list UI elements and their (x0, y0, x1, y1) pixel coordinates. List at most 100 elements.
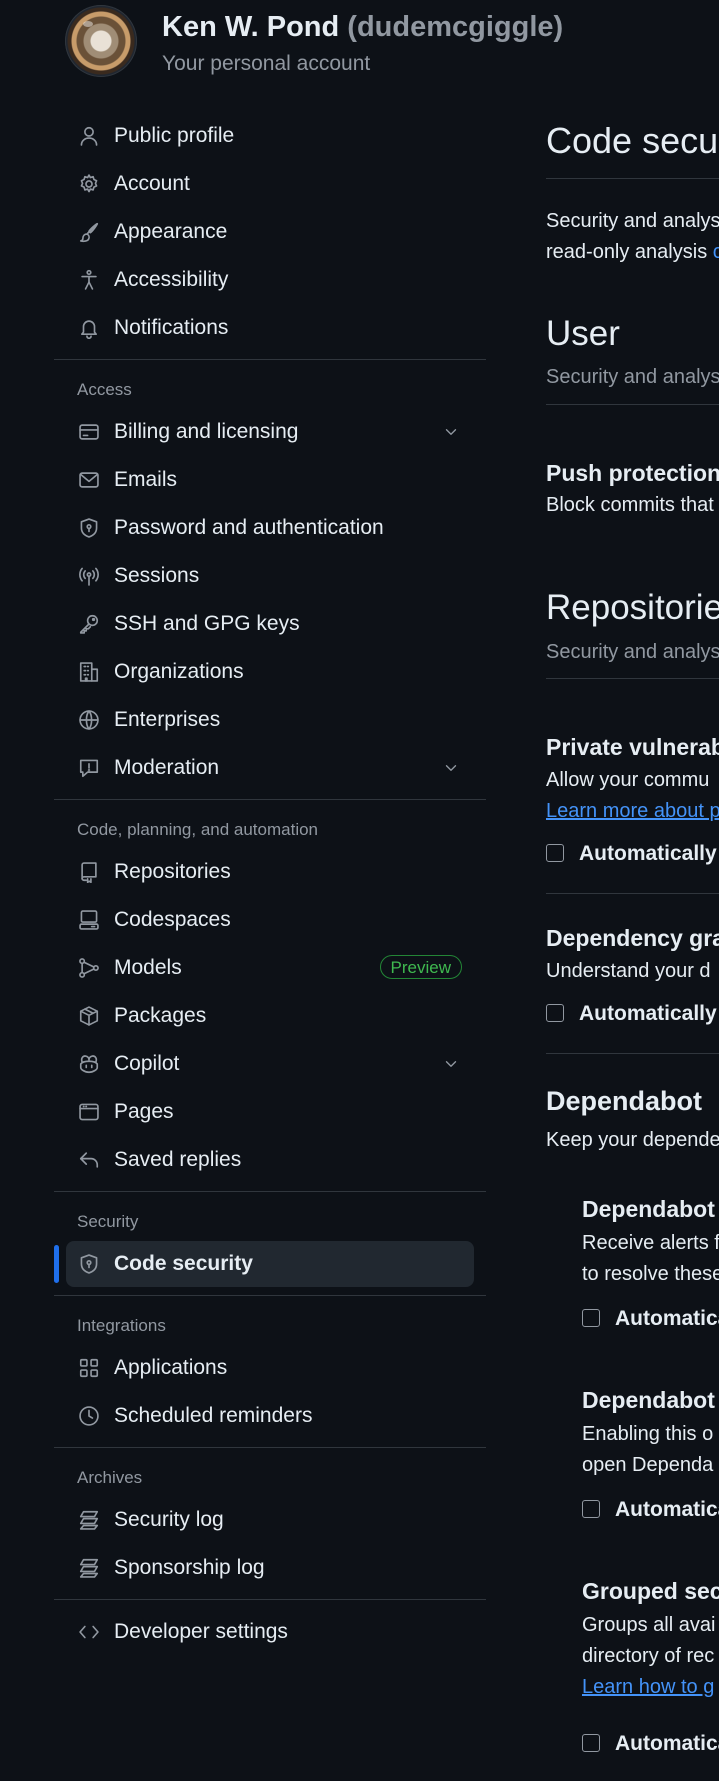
dependabot-security-updates-title: Dependabot (582, 1387, 715, 1413)
sidebar-item-sessions[interactable]: Sessions (54, 552, 486, 600)
sidebar-item-security-log[interactable]: Security log (54, 1496, 486, 1544)
sidebar-item-label: Applications (114, 1356, 228, 1379)
sidebar-item-emails[interactable]: Emails (54, 456, 486, 504)
sidebar-item-ssh-and-gpg-keys[interactable]: SSH and GPG keys (54, 600, 486, 648)
sidebar-item-label: SSH and GPG keys (114, 612, 300, 635)
sidebar-item-accessibility[interactable]: Accessibility (54, 256, 486, 304)
sidebar-item-account[interactable]: Account (54, 160, 486, 208)
sidebar-item-copilot[interactable]: Copilot (54, 1040, 486, 1088)
sidebar-group-title: Code, planning, and automation (77, 820, 319, 839)
sidebar-item-label: Pages (114, 1100, 174, 1123)
shield-lock-icon (78, 517, 100, 539)
sidebar-item-label: Sessions (114, 564, 200, 587)
checkbox-label: Automatica (615, 1307, 719, 1330)
grouped-security-updates-learn-link[interactable]: Learn how to g (582, 1676, 714, 1699)
checkbox[interactable] (546, 844, 564, 862)
checkbox-label: Automatica (615, 1498, 719, 1521)
sidebar-item-models[interactable]: Models Preview (54, 944, 486, 992)
settings-sidebar: Public profile Account Appearance Accessibi… (54, 112, 486, 1656)
sidebar-item-pages[interactable]: Pages (54, 1088, 486, 1136)
sidebar-item-label: Security log (114, 1508, 224, 1531)
sidebar-item-label: Sponsorship log (114, 1556, 265, 1579)
sidebar-item-label: Moderation (114, 756, 220, 779)
sidebar-group-code: Code, planning, and automation (54, 808, 486, 848)
sidebar-item-label: Models (114, 956, 182, 979)
sidebar-item-label: Code security (114, 1252, 253, 1275)
browser-icon (78, 1101, 100, 1123)
log-icon (78, 1509, 100, 1531)
sidebar-item-developer-settings[interactable]: Developer settings (54, 1608, 486, 1656)
sidebar-item-moderation[interactable]: Moderation (54, 744, 486, 792)
report-icon (78, 757, 100, 779)
display-name: Ken W. Pond (162, 11, 340, 43)
chevron-down-icon[interactable] (442, 423, 460, 441)
sidebar-item-label: Codespaces (114, 908, 231, 931)
sidebar-item-enterprises[interactable]: Enterprises (54, 696, 486, 744)
sidebar-item-label: Saved replies (114, 1148, 242, 1171)
preview-badge: Preview (379, 955, 462, 979)
sidebar-group-title: Access (77, 380, 132, 399)
sidebar-item-label: Billing and licensing (114, 420, 299, 443)
sidebar-divider (54, 359, 486, 360)
checkbox[interactable] (582, 1500, 600, 1518)
sidebar-item-saved-replies[interactable]: Saved replies (54, 1136, 486, 1184)
sidebar-item-label: Packages (114, 1004, 207, 1027)
codespaces-icon (78, 909, 100, 931)
sidebar-group-title: Integrations (77, 1316, 166, 1335)
username[interactable]: (dudemcgiggle) (347, 11, 563, 43)
sidebar-item-label: Account (114, 172, 190, 195)
sidebar-item-code-security[interactable]: Code security (54, 1240, 486, 1288)
sidebar-divider (54, 1599, 486, 1600)
checkbox[interactable] (582, 1309, 600, 1327)
sidebar-item-label: Repositories (114, 860, 231, 883)
sidebar-group-title: Archives (77, 1468, 143, 1487)
key-icon (78, 613, 100, 635)
sidebar-item-notifications[interactable]: Notifications (54, 304, 486, 352)
sidebar-item-sponsorship-log[interactable]: Sponsorship log (54, 1544, 486, 1592)
sidebar-item-scheduled-reminders[interactable]: Scheduled reminders (54, 1392, 486, 1440)
sidebar-item-appearance[interactable]: Appearance (54, 208, 486, 256)
sidebar-item-organizations[interactable]: Organizations (54, 648, 486, 696)
globe-icon (78, 709, 100, 731)
apps-icon (78, 1357, 100, 1379)
repo-icon (78, 861, 100, 883)
accessibility-icon (78, 269, 100, 291)
sidebar-item-applications[interactable]: Applications (54, 1344, 486, 1392)
chevron-down-icon[interactable] (442, 759, 460, 777)
log-icon (78, 1557, 100, 1579)
code-security-content: Code secur Security and analys read-only… (546, 0, 719, 1781)
sidebar-item-packages[interactable]: Packages (54, 992, 486, 1040)
dependabot-security-updates-description-2: open Dependa (582, 1454, 714, 1476)
avatar[interactable] (65, 5, 137, 77)
sidebar-group-security: Security (54, 1200, 486, 1240)
broadcast-icon (78, 565, 100, 587)
sidebar-group-access: Access (54, 368, 486, 408)
sidebar-item-public-profile[interactable]: Public profile (54, 112, 486, 160)
sidebar-item-password-and-authentication[interactable]: Password and authentication (54, 504, 486, 552)
account-subtitle: Your personal account (162, 52, 371, 75)
checkbox[interactable] (582, 1734, 600, 1752)
credit-card-icon (78, 421, 100, 443)
sidebar-item-label: Accessibility (114, 268, 229, 291)
dependabot-subsettings: Dependabot Receive alerts f to resolve t… (582, 0, 719, 1781)
sidebar-item-billing-and-licensing[interactable]: Billing and licensing (54, 408, 486, 456)
chevron-down-icon[interactable] (442, 1055, 460, 1073)
mail-icon (78, 469, 100, 491)
grouped-security-updates-description-1: Groups all avai (582, 1614, 716, 1636)
sidebar-item-label: Notifications (114, 316, 229, 339)
dependabot-security-updates-description-1: Enabling this o (582, 1423, 714, 1445)
package-icon (78, 1005, 100, 1027)
sidebar-item-label: Copilot (114, 1052, 180, 1075)
sidebar-group-archives: Archives (54, 1456, 486, 1496)
bell-icon (78, 317, 100, 339)
sidebar-group-integrations: Integrations (54, 1304, 486, 1344)
sidebar-item-repositories[interactable]: Repositories (54, 848, 486, 896)
dependabot-alerts-description-1: Receive alerts f (582, 1232, 719, 1254)
sidebar-item-label: Password and authentication (114, 516, 384, 539)
clock-icon (78, 1405, 100, 1427)
sidebar-item-label: Appearance (114, 220, 228, 243)
sidebar-item-codespaces[interactable]: Codespaces (54, 896, 486, 944)
dependabot-alerts-title: Dependabot (582, 1196, 715, 1222)
checkbox[interactable] (546, 1004, 564, 1022)
sidebar-item-label: Enterprises (114, 708, 221, 731)
